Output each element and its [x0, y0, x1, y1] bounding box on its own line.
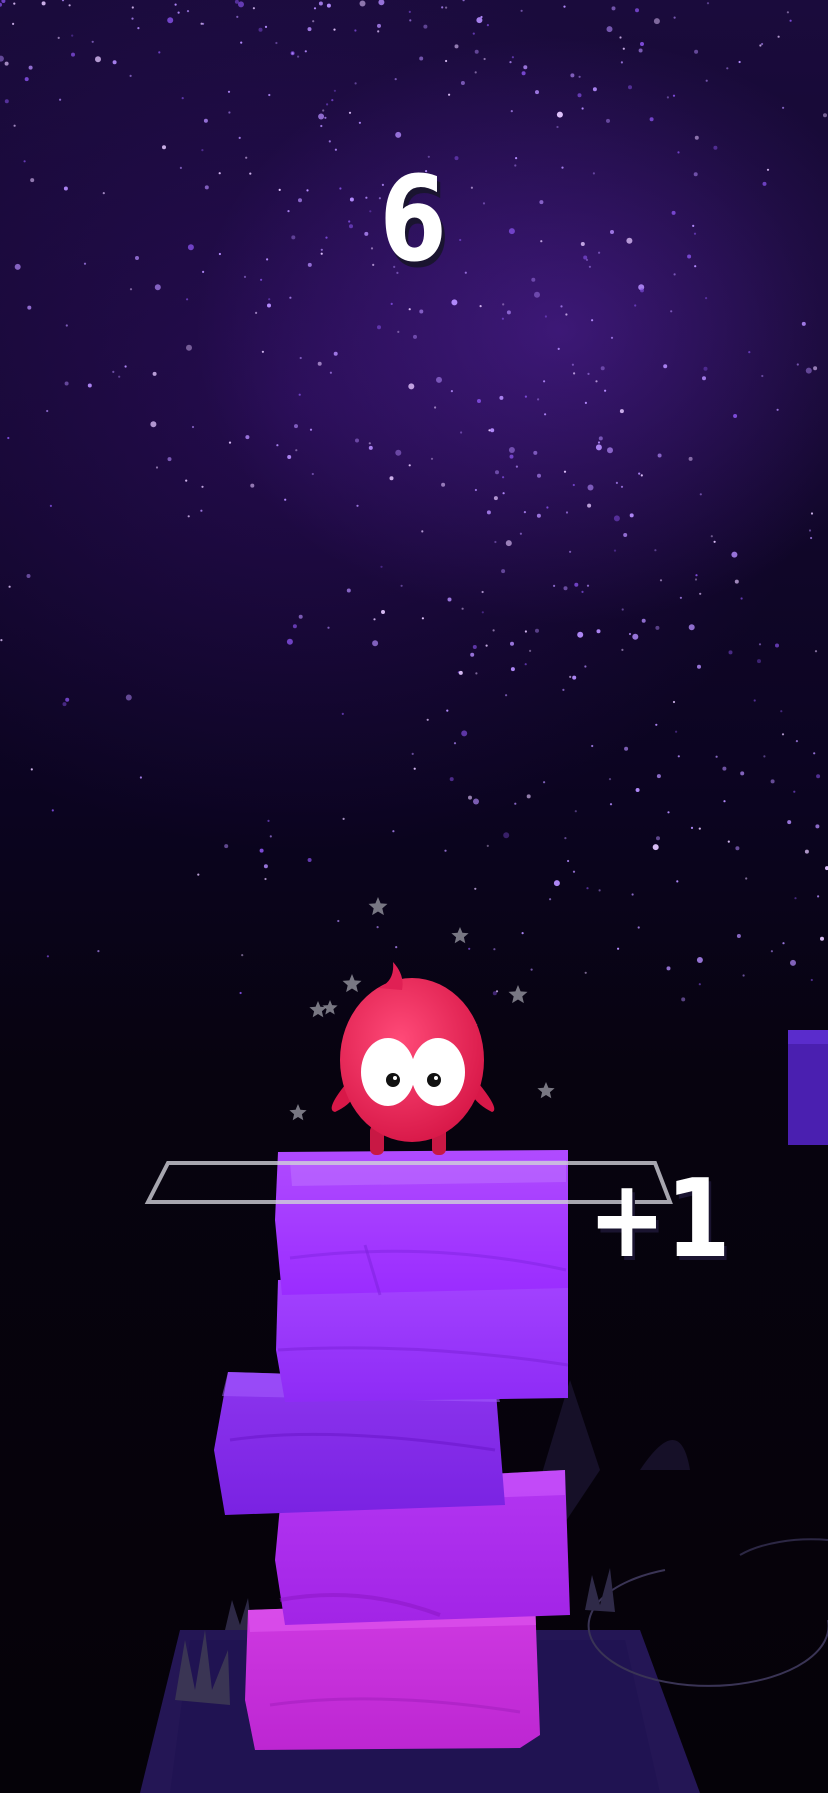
star-icon: [451, 927, 469, 944]
star-icon: [309, 1001, 327, 1018]
game-screen[interactable]: 6 +1: [0, 0, 828, 1793]
star-icon: [342, 974, 362, 993]
star-icon: [508, 985, 528, 1004]
star-icon: [537, 1082, 555, 1099]
star-icon: [368, 897, 388, 916]
star-icon: [322, 1000, 338, 1015]
star-icon: [289, 1104, 307, 1121]
next-block-incoming: [788, 1030, 828, 1145]
score-counter: 6: [379, 150, 449, 288]
bonus-popup: +1: [588, 1157, 731, 1282]
tower-top-block: [275, 1150, 568, 1296]
